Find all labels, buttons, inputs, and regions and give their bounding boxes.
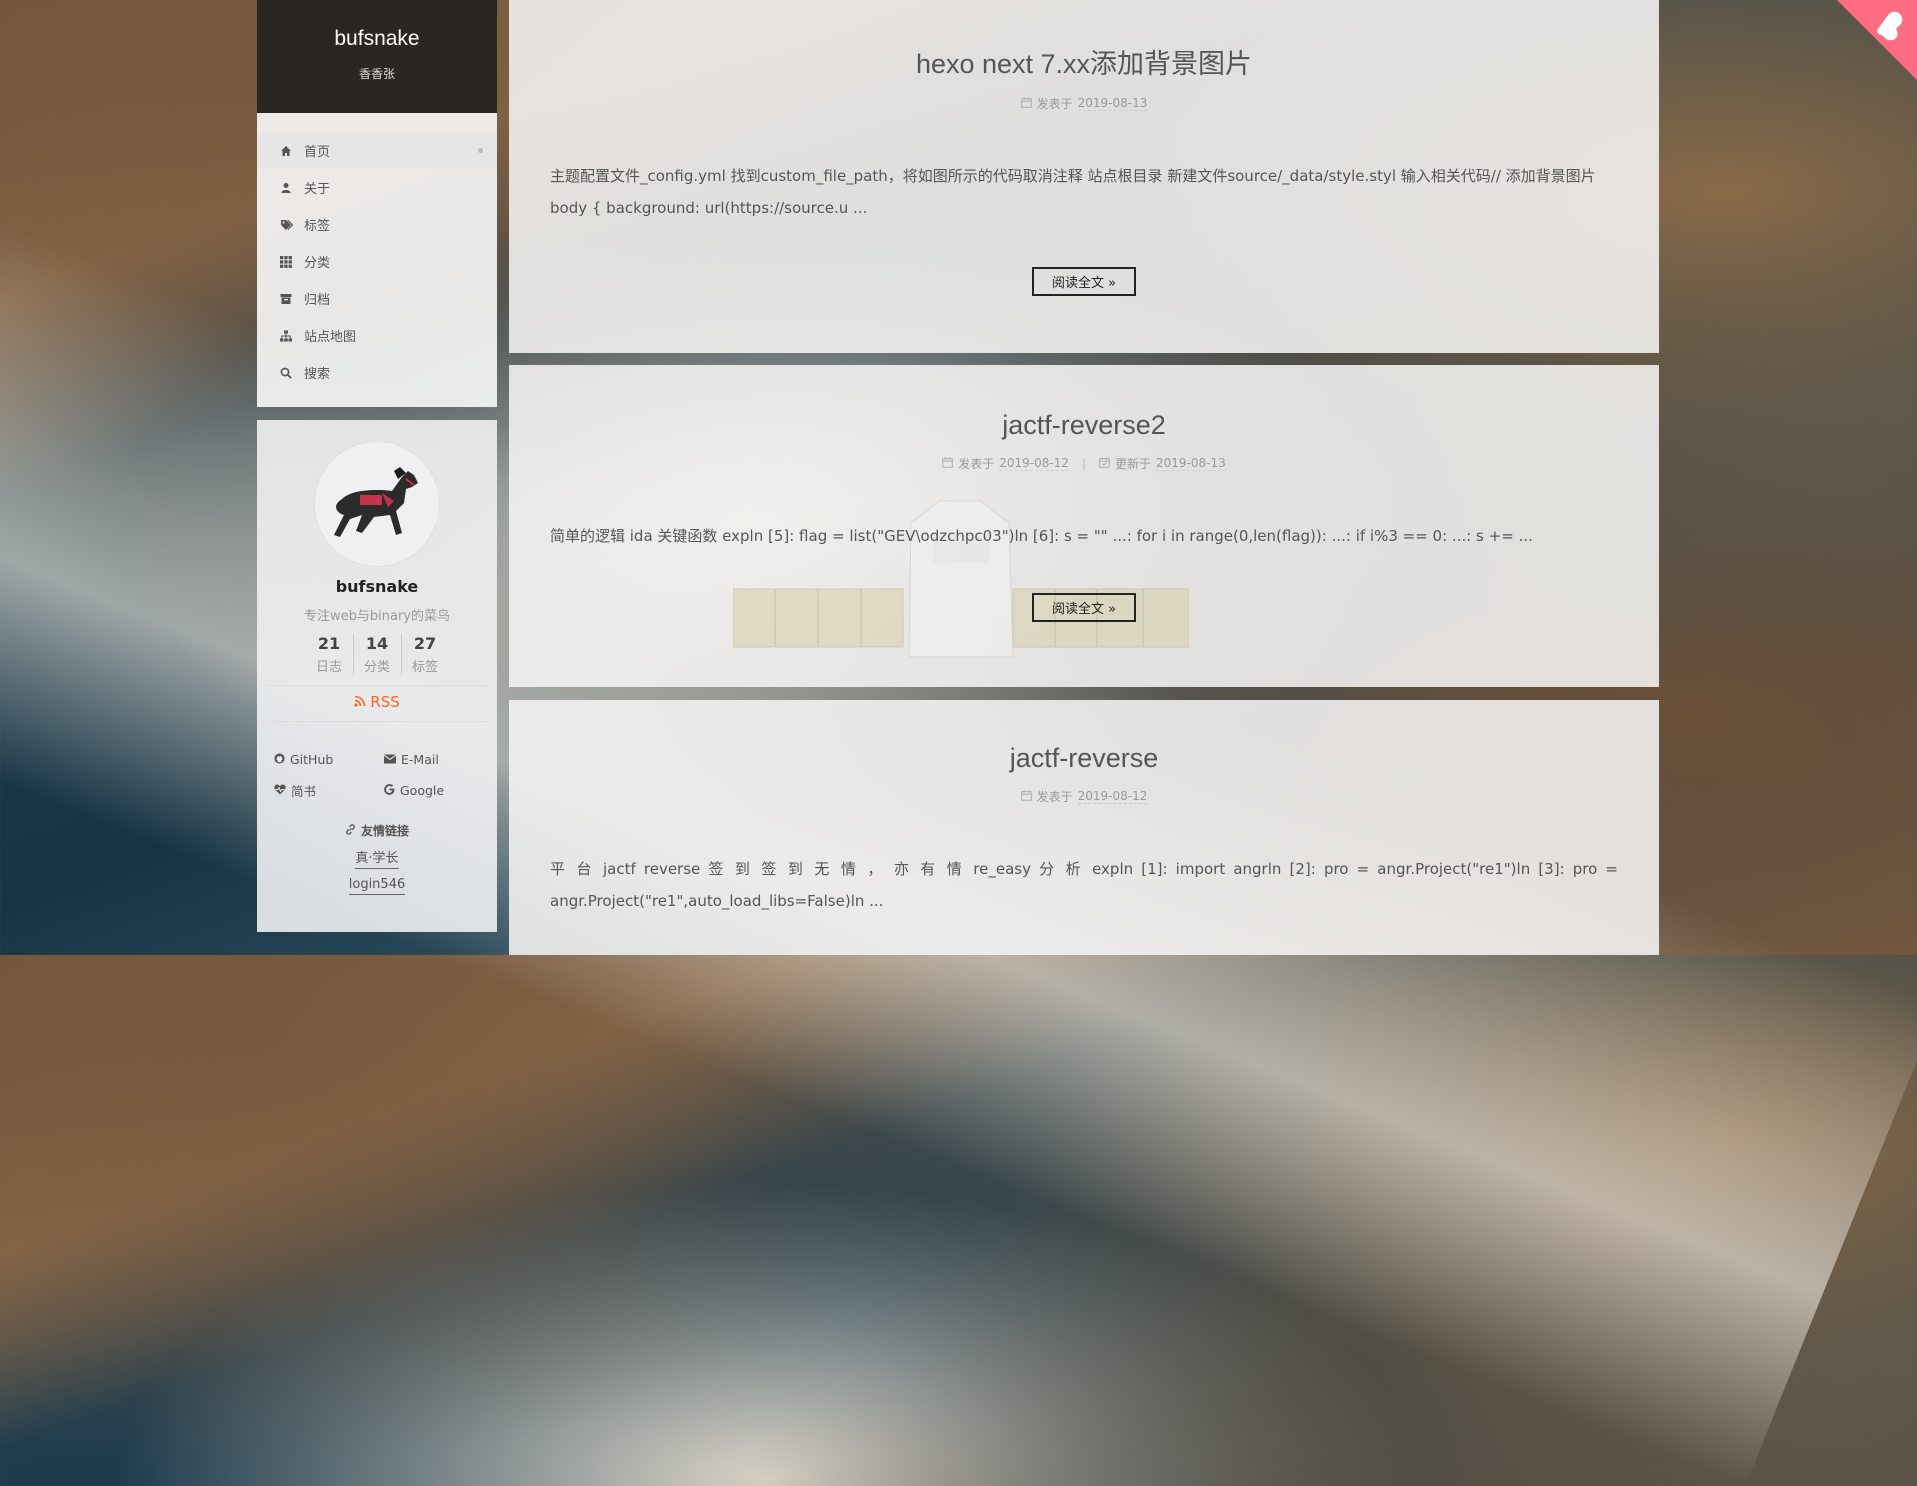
google-icon	[384, 783, 395, 798]
site-title[interactable]: bufsnake	[257, 27, 497, 51]
post-excerpt: 平 台 jactf reverse 签 到 签 到 无 情 ， 亦 有 情 re…	[550, 860, 1618, 910]
heartbeat-icon	[274, 783, 286, 798]
github-icon	[274, 752, 285, 767]
menu-label: 站点地图	[304, 330, 357, 345]
archive-icon	[279, 292, 293, 306]
stat-posts[interactable]: 21 日志	[306, 634, 353, 675]
octocat-icon	[1837, 0, 1917, 80]
post-date: 2019-08-12	[1077, 789, 1148, 804]
social-label: GitHub	[290, 752, 334, 767]
stat-count: 21	[317, 634, 341, 653]
post-title[interactable]: jactf-reverse	[509, 700, 1659, 774]
author-name: bufsnake	[335, 577, 419, 596]
menu-label: 关于	[304, 182, 331, 197]
stat-tags[interactable]: 27 标签	[400, 634, 449, 675]
stat-label: 标签	[411, 660, 438, 675]
post-excerpt: 主题配置文件_config.yml 找到custom_file_path，将如图…	[550, 167, 1596, 217]
social-link-google[interactable]: Google	[384, 781, 494, 800]
updated-label: 更新于	[1115, 457, 1152, 471]
stat-categories[interactable]: 14 分类	[352, 634, 401, 675]
menu-label: 搜索	[304, 367, 331, 382]
stat-count: 27	[413, 634, 437, 653]
post-title[interactable]: jactf-reverse2	[509, 365, 1659, 441]
calendar-icon	[1020, 789, 1032, 804]
site-brand: bufsnake 香香张	[257, 0, 497, 113]
rss-icon	[354, 693, 366, 711]
read-more-button[interactable]: 阅读全文 »	[1031, 267, 1137, 296]
meta-divider: |	[1081, 456, 1087, 471]
menu-item-archives[interactable]: 归档	[257, 280, 497, 317]
post-title[interactable]: hexo next 7.xx添加背景图片	[509, 0, 1659, 81]
post-excerpt: 简单的逻辑 ida 关键函数 expln [5]: flag = list("G…	[550, 527, 1533, 545]
social-link-github[interactable]: GitHub	[274, 752, 384, 767]
envelope-icon	[383, 752, 397, 767]
read-more-button[interactable]: 阅读全文 »	[1031, 593, 1137, 622]
site-stats: 21 日志 14 分类 27 标签	[257, 634, 497, 675]
posted-label: 发表于	[1036, 790, 1073, 804]
post-card: hexo next 7.xx添加背景图片 发表于 2019-08-13 主题配置…	[509, 0, 1659, 353]
link-icon	[345, 823, 356, 838]
calendar-icon	[942, 456, 953, 471]
stat-label: 日志	[315, 660, 342, 675]
divider	[267, 685, 487, 686]
tags-icon	[279, 218, 293, 232]
menu-item-home[interactable]: 首页	[257, 132, 497, 169]
post-date: 2019-08-13	[1077, 96, 1148, 111]
rss-label: RSS	[370, 693, 400, 711]
site-subtitle: 香香张	[358, 67, 395, 81]
blogroll-link[interactable]: 真·学长	[355, 847, 399, 869]
github-corner-ribbon[interactable]	[1837, 0, 1917, 80]
post-date: 2019-08-12	[999, 456, 1069, 471]
search-icon	[279, 366, 293, 380]
menu-label: 首页	[304, 145, 331, 160]
calendar-icon	[1020, 96, 1032, 111]
home-icon	[279, 144, 293, 158]
menu-item-tags[interactable]: 标签	[257, 206, 497, 243]
horse-avatar-image	[334, 467, 418, 537]
blogroll-title: 友情链接	[257, 822, 497, 839]
menu-item-sitemap[interactable]: 站点地图	[257, 317, 497, 354]
post-meta: 发表于 2019-08-12 | 更新于 2019-08-13	[509, 455, 1659, 472]
avatar	[314, 441, 440, 567]
menu-item-categories[interactable]: 分类	[257, 243, 497, 280]
social-links: GitHub E-Mail 简书 Google	[274, 752, 497, 800]
user-icon	[279, 181, 293, 195]
menu-item-about[interactable]: 关于	[257, 169, 497, 206]
post-meta: 发表于 2019-08-13	[509, 95, 1659, 112]
blogroll-link[interactable]: login546	[348, 877, 406, 895]
posted-label: 发表于	[1036, 97, 1073, 111]
menu-label: 归档	[304, 293, 331, 308]
posted-label: 发表于	[958, 457, 995, 471]
active-dot	[478, 148, 483, 153]
post-updated-date: 2019-08-13	[1156, 456, 1226, 471]
menu-label: 分类	[304, 256, 331, 271]
dragon-capsule-watermark	[732, 493, 1190, 663]
rss-link[interactable]: RSS	[257, 693, 497, 711]
site-nav-menu: 首页 关于 标签 分类 归档 站点地图 搜索	[257, 113, 497, 407]
stat-label: 分类	[363, 660, 390, 675]
th-icon	[279, 255, 293, 269]
post-card: jactf-reverse2 发表于 2019-08-12 | 更新于 2019…	[509, 365, 1659, 687]
social-link-email[interactable]: E-Mail	[383, 752, 494, 767]
menu-item-search[interactable]: 搜索	[257, 354, 497, 391]
post-meta: 发表于 2019-08-12	[509, 788, 1659, 805]
divider	[267, 721, 487, 722]
social-link-jianshu[interactable]: 简书	[274, 781, 384, 800]
site-overview: bufsnake 专注web与binary的菜鸟 21 日志 14 分类 27 …	[257, 420, 497, 932]
social-label: Google	[400, 783, 445, 798]
post-card: jactf-reverse 发表于 2019-08-12 平 台 jactf r…	[509, 700, 1659, 955]
menu-label: 标签	[304, 219, 331, 234]
author-description: 专注web与binary的菜鸟	[304, 609, 450, 624]
blogroll-title-text: 友情链接	[360, 824, 409, 838]
social-label: E-Mail	[401, 752, 439, 767]
calendar-check-icon	[1099, 456, 1110, 471]
stat-count: 14	[365, 634, 389, 653]
social-label: 简书	[291, 784, 317, 799]
sitemap-icon	[279, 329, 293, 343]
